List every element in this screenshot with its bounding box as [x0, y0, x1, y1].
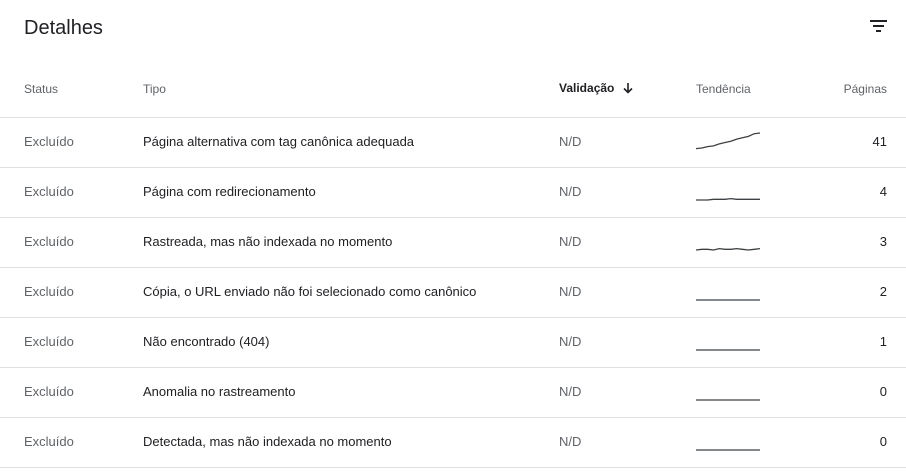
column-header-validacao-label: Validação [559, 81, 615, 95]
row-tipo: Página alternativa com tag canônica adeq… [143, 134, 415, 149]
row-paginas: 3 [879, 234, 887, 249]
row-tipo: Não encontrado (404) [143, 334, 270, 349]
row-status: Excluído [24, 334, 74, 349]
row-validacao: N/D [559, 334, 582, 349]
row-tipo: Cópia, o URL enviado não foi selecionado… [143, 284, 477, 299]
row-paginas: 41 [872, 134, 887, 149]
row-paginas: 4 [879, 184, 887, 199]
column-header-paginas[interactable]: Páginas [844, 82, 887, 96]
row-paginas: 0 [879, 434, 887, 449]
sparkline-chart [696, 197, 760, 201]
table-row[interactable]: Excluído Página alternativa com tag canôn… [0, 118, 906, 168]
table-row[interactable]: Excluído Cópia, o URL enviado não foi sel… [0, 268, 906, 318]
row-trend-sparkline [695, 228, 761, 252]
table-row[interactable]: Excluído Anomalia no rastreamento N/D 0 [0, 368, 906, 418]
filter-button[interactable] [864, 14, 892, 40]
column-header-status[interactable]: Status [24, 82, 58, 96]
column-header-tendencia[interactable]: Tendência [696, 82, 751, 96]
row-validacao: N/D [559, 284, 582, 299]
column-header-tipo[interactable]: Tipo [143, 82, 166, 96]
arrow-down-icon [623, 83, 633, 94]
table-header: Status Tipo Validação Tendência Páginas [0, 62, 906, 118]
row-tipo: Rastreada, mas não indexada no momento [143, 234, 393, 249]
row-status: Excluído [24, 134, 74, 149]
row-tipo: Detectada, mas não indexada no momento [143, 434, 392, 449]
row-paginas: 2 [879, 284, 887, 299]
row-trend-sparkline [695, 128, 761, 152]
row-status: Excluído [24, 234, 74, 249]
details-header: Detalhes [0, 0, 906, 60]
sparkline-chart [696, 399, 760, 401]
table-row[interactable]: Excluído Não encontrado (404) N/D 1 [0, 318, 906, 368]
row-validacao: N/D [559, 384, 582, 399]
row-status: Excluído [24, 184, 74, 199]
page-title: Detalhes [24, 17, 103, 39]
row-validacao: N/D [559, 434, 582, 449]
sparkline-line [696, 197, 760, 201]
row-paginas: 1 [879, 334, 887, 349]
sparkline-line [695, 247, 761, 251]
filter-icon [870, 20, 887, 32]
row-trend-sparkline [696, 428, 760, 452]
sparkline-chart [695, 247, 761, 251]
sparkline-chart [696, 299, 760, 301]
sparkline-chart [696, 349, 760, 351]
row-tipo: Anomalia no rastreamento [143, 384, 296, 399]
row-trend-sparkline [696, 378, 760, 402]
row-trend-sparkline [696, 278, 760, 302]
row-paginas: 0 [879, 384, 887, 399]
row-status: Excluído [24, 284, 74, 299]
table-row[interactable]: Excluído Rastreada, mas não indexada no m… [0, 218, 906, 268]
row-trend-sparkline [696, 328, 760, 352]
sparkline-chart [696, 449, 760, 451]
details-table: Status Tipo Validação Tendência Páginas … [0, 62, 906, 468]
row-trend-sparkline [696, 178, 760, 202]
row-validacao: N/D [559, 134, 582, 149]
table-body: Excluído Página alternativa com tag canôn… [0, 118, 906, 468]
row-tipo: Página com redirecionamento [143, 184, 316, 199]
row-status: Excluído [24, 384, 74, 399]
row-status: Excluído [24, 434, 74, 449]
table-row[interactable]: Excluído Detectada, mas não indexada no m… [0, 418, 906, 468]
sparkline-line [695, 132, 761, 150]
table-row[interactable]: Excluído Página com redirecionamento N/D 4 [0, 168, 906, 218]
row-validacao: N/D [559, 184, 582, 199]
sparkline-chart [695, 132, 761, 150]
column-header-validacao[interactable]: Validação [559, 81, 634, 95]
row-validacao: N/D [559, 234, 582, 249]
